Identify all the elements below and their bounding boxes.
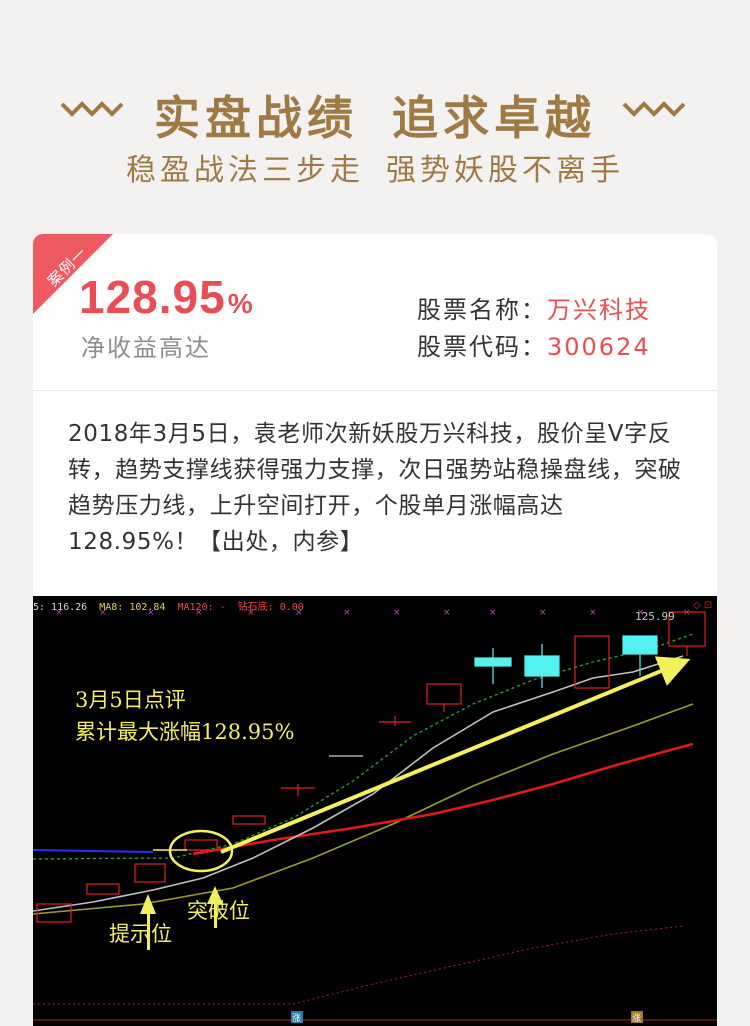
title-left: 实盘战绩: [154, 91, 358, 145]
candlestick-chart: × × × × × × × × × × × × × × 涨 涨 ◇ ⊡: [33, 600, 717, 1024]
case-description: 2018年3月5日，袁老师次新妖股万兴科技，股价呈V字反转，趋势支撑线获得强力支…: [68, 421, 682, 555]
stock-chart-image: × × × × × × × × × × × × × × 涨 涨 ◇ ⊡ 5: 1…: [33, 596, 717, 1026]
svg-text:×: ×: [539, 608, 547, 618]
svg-text:×: ×: [683, 608, 691, 618]
price-label: 125.99: [635, 610, 675, 623]
legend-item-diamond: 钻石底: 0.00: [237, 602, 304, 613]
svg-text:×: ×: [589, 608, 597, 618]
svg-text:×: ×: [393, 608, 401, 618]
chart-annotation: 3月5日点评 累计最大涨幅128.95%: [75, 684, 294, 748]
legend-item-ma120: MA120: -: [177, 602, 226, 613]
case-card: 案例一 128.95% 净收益高达 股票名称：万兴科技 股票代码：300624 …: [33, 234, 717, 1026]
hero-header: 实盘战绩 追求卓越 稳盈战法三步走 强势妖股不离手: [0, 0, 750, 235]
bottom-marker-right: 涨: [632, 1013, 641, 1024]
svg-text:×: ×: [489, 608, 497, 618]
stock-name-value: 万兴科技: [547, 296, 651, 324]
label-tip: 提示位: [109, 922, 172, 946]
annotation-line-1: 3月5日点评: [75, 688, 186, 712]
bottom-marker-left: 涨: [292, 1013, 301, 1024]
svg-text:◇ ⊡: ◇ ⊡: [693, 600, 712, 611]
legend-item-ma5: 5: 116.26: [33, 602, 88, 613]
return-value: 128.95: [79, 271, 226, 323]
svg-text:×: ×: [343, 608, 351, 618]
svg-text:×: ×: [443, 608, 451, 618]
annotation-line-2: 累计最大涨幅128.95%: [75, 720, 295, 744]
stock-code-row: 股票代码：300624: [417, 327, 651, 362]
blue-line: [33, 849, 154, 853]
label-breakout: 突破位: [187, 899, 250, 923]
return-label: 净收益高达: [81, 334, 211, 362]
subtitle-left: 稳盈战法三步走: [126, 153, 364, 188]
stock-code-label: 股票代码：: [417, 333, 547, 361]
legend-item-ma8: MA8: 102.84: [99, 602, 166, 613]
stock-name-label: 股票名称：: [417, 296, 547, 324]
divider: [33, 390, 717, 391]
stock-code-value: 300624: [547, 333, 651, 361]
cyan-candles: [474, 635, 658, 688]
return-percentage: 128.95%: [79, 270, 254, 324]
page-subtitle: 稳盈战法三步走 强势妖股不离手: [0, 145, 750, 189]
zigzag-decoration-right-icon: [622, 101, 686, 117]
subtitle-right: 强势妖股不离手: [386, 153, 624, 188]
return-unit: %: [227, 288, 254, 319]
title-right: 追求卓越: [392, 91, 596, 145]
ma-legend: 5: 116.26 MA8: 102.84 MA120: - 钻石底: 0.00: [33, 598, 310, 613]
stock-name-row: 股票名称：万兴科技: [417, 290, 651, 325]
